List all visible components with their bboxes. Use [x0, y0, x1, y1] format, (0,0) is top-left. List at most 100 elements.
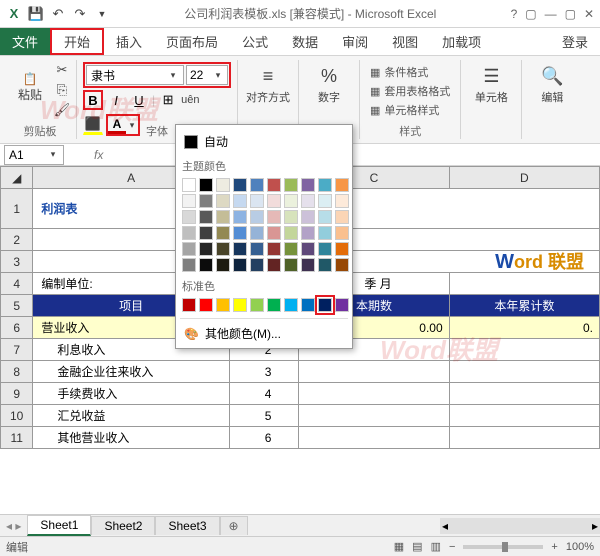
color-swatch[interactable]: [267, 242, 281, 256]
cell[interactable]: [449, 383, 599, 405]
row-header[interactable]: 8: [1, 361, 33, 383]
view-break-icon[interactable]: ▥: [431, 540, 441, 553]
color-swatch[interactable]: [199, 210, 213, 224]
color-swatch[interactable]: [267, 210, 281, 224]
table-format-button[interactable]: ▦套用表格格式: [370, 83, 450, 99]
bold-button[interactable]: B: [83, 90, 103, 110]
maximize-icon[interactable]: ▢: [565, 7, 576, 21]
view-normal-icon[interactable]: ▦: [394, 540, 404, 553]
color-swatch[interactable]: [216, 242, 230, 256]
color-swatch[interactable]: [199, 226, 213, 240]
tab-nav[interactable]: ◂ ▸: [0, 519, 27, 533]
color-swatch[interactable]: [284, 258, 298, 272]
color-swatch[interactable]: [267, 226, 281, 240]
cut-icon[interactable]: ✂: [54, 62, 70, 78]
color-swatch[interactable]: [301, 242, 315, 256]
color-swatch[interactable]: [318, 178, 332, 192]
color-swatch[interactable]: [318, 258, 332, 272]
cell[interactable]: 5: [229, 405, 298, 427]
zoom-slider[interactable]: [463, 545, 543, 549]
cell[interactable]: [449, 427, 599, 449]
save-icon[interactable]: 💾: [28, 6, 44, 22]
color-swatch[interactable]: [182, 194, 196, 208]
color-swatch[interactable]: [216, 210, 230, 224]
color-swatch[interactable]: [233, 298, 247, 312]
login-button[interactable]: 登录: [550, 28, 600, 55]
horizontal-scrollbar[interactable]: ◂▸: [440, 518, 600, 534]
color-swatch[interactable]: [250, 194, 264, 208]
sheet-tab-2[interactable]: Sheet2: [91, 516, 155, 535]
color-swatch[interactable]: [318, 242, 332, 256]
color-swatch[interactable]: [335, 258, 349, 272]
tab-insert[interactable]: 插入: [104, 28, 154, 55]
border-button[interactable]: ⊞: [158, 90, 178, 110]
redo-icon[interactable]: ↷: [72, 6, 88, 22]
fill-color-button[interactable]: ⬛: [83, 115, 103, 135]
color-swatch[interactable]: [267, 194, 281, 208]
view-layout-icon[interactable]: ▤: [412, 540, 422, 553]
color-swatch[interactable]: [216, 194, 230, 208]
color-swatch[interactable]: [233, 178, 247, 192]
underline-button[interactable]: U: [129, 90, 149, 110]
color-swatch[interactable]: [216, 298, 230, 312]
help-icon[interactable]: ?: [511, 7, 518, 21]
cell-style-button[interactable]: ▦单元格样式: [370, 102, 450, 118]
color-swatch[interactable]: [233, 258, 247, 272]
color-swatch[interactable]: [182, 226, 196, 240]
cell[interactable]: 汇兑收益: [33, 405, 230, 427]
font-size-select[interactable]: 22 ▾: [186, 65, 228, 85]
color-swatch[interactable]: [199, 258, 213, 272]
color-swatch[interactable]: [233, 226, 247, 240]
tab-view[interactable]: 视图: [380, 28, 430, 55]
color-swatch[interactable]: [284, 226, 298, 240]
font-name-select[interactable]: 隶书 ▾: [86, 65, 184, 85]
color-swatch[interactable]: [301, 178, 315, 192]
ribbon-display-icon[interactable]: ▢: [525, 7, 536, 21]
qat-customize-icon[interactable]: ▼: [94, 6, 110, 22]
color-swatch[interactable]: [199, 194, 213, 208]
color-swatch[interactable]: [318, 194, 332, 208]
color-swatch[interactable]: [250, 226, 264, 240]
color-swatch[interactable]: [199, 242, 213, 256]
cell[interactable]: 手续费收入: [33, 383, 230, 405]
zoom-out-icon[interactable]: −: [449, 541, 455, 553]
zoom-in-icon[interactable]: +: [551, 541, 557, 553]
color-swatch[interactable]: [301, 298, 315, 312]
row-header[interactable]: 1: [1, 189, 33, 229]
copy-icon[interactable]: ⎘: [54, 82, 70, 98]
cell[interactable]: 金融企业往来收入: [33, 361, 230, 383]
color-swatch[interactable]: [301, 258, 315, 272]
color-swatch[interactable]: [250, 258, 264, 272]
color-swatch[interactable]: [199, 178, 213, 192]
color-swatch[interactable]: [301, 210, 315, 224]
row-header[interactable]: 6: [1, 317, 33, 339]
color-swatch[interactable]: [250, 178, 264, 192]
cell[interactable]: 6: [229, 427, 298, 449]
more-colors[interactable]: 🎨其他颜色(M)...: [180, 318, 348, 344]
align-button[interactable]: ≡ 对齐方式: [244, 62, 292, 109]
color-swatch[interactable]: [284, 194, 298, 208]
tab-file[interactable]: 文件: [0, 28, 50, 55]
color-swatch[interactable]: [335, 242, 349, 256]
color-swatch[interactable]: [250, 210, 264, 224]
undo-icon[interactable]: ↶: [50, 6, 66, 22]
col-header-d[interactable]: D: [449, 167, 599, 189]
row-header[interactable]: 9: [1, 383, 33, 405]
sheet-tab-1[interactable]: Sheet1: [27, 515, 91, 536]
cell[interactable]: 0.: [449, 317, 599, 339]
editing-button[interactable]: 🔍 编辑: [528, 62, 576, 109]
color-swatch[interactable]: [216, 226, 230, 240]
paste-button[interactable]: 📋 粘贴: [10, 62, 50, 112]
color-swatch[interactable]: [250, 242, 264, 256]
color-swatch[interactable]: [301, 194, 315, 208]
format-painter-icon[interactable]: 🖌: [54, 102, 70, 118]
cell[interactable]: [299, 405, 449, 427]
tab-layout[interactable]: 页面布局: [154, 28, 230, 55]
tab-home[interactable]: 开始: [50, 28, 104, 55]
tab-formula[interactable]: 公式: [230, 28, 280, 55]
color-swatch[interactable]: [182, 178, 196, 192]
color-swatch[interactable]: [335, 298, 349, 312]
color-swatch[interactable]: [182, 210, 196, 224]
color-swatch[interactable]: [250, 298, 264, 312]
row-header[interactable]: 4: [1, 273, 33, 295]
